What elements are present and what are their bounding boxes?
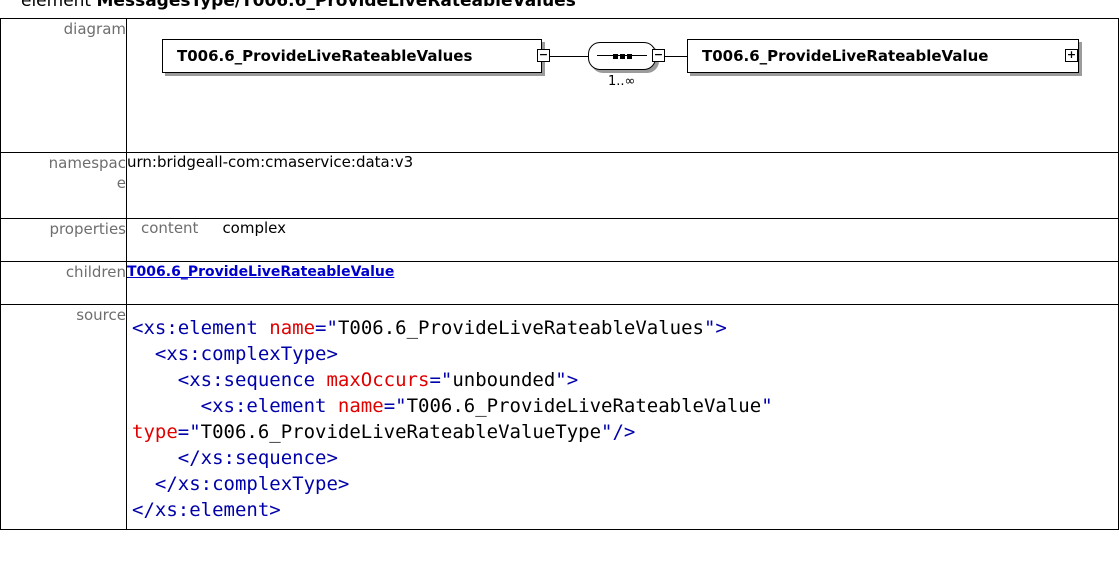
source-line-5: type="T006.6_ProvideLiveRateableValueTyp… [132,421,636,443]
diagram-row: diagram T006.6_ProvideLiveRateableValues… [0,18,1119,153]
sequence-compositor[interactable] [588,42,656,70]
diagram-element-label: T006.6_ProvideLiveRateableValues [177,47,473,65]
heading-element-name: MessagesType/T006.6_ProvideLiveRateableV… [96,0,576,11]
sequence-collapse-icon[interactable]: − [652,49,665,62]
source-row: source <xs:element name="T006.6_ProvideL… [0,304,1119,530]
children-row: children T006.6_ProvideLiveRateableValue [0,261,1119,305]
element-doc-table: diagram T006.6_ProvideLiveRateableValues… [0,18,1119,530]
source-line-2: <xs:complexType> [154,343,338,365]
child-element-link[interactable]: T006.6_ProvideLiveRateableValue [127,264,394,280]
children-cell: T006.6_ProvideLiveRateableValue [126,261,1119,305]
diagram-cell: T006.6_ProvideLiveRateableValues − − 1..… [126,18,1119,153]
expand-icon[interactable]: + [1065,49,1078,62]
properties-value: complex [222,219,287,237]
source-line-1: <xs:element name="T006.6_ProvideLiveRate… [132,317,727,339]
diagram-child-label: T006.6_ProvideLiveRateableValue [702,47,989,65]
connector-line [665,56,687,57]
namespace-row: namespac e urn:bridgeall-com:cmaservice:… [0,152,1119,219]
source-code: <xs:element name="T006.6_ProvideLiveRate… [132,311,1118,527]
page-heading: element MessagesType/T006.6_ProvideLiveR… [21,0,576,11]
source-line-7: </xs:complexType> [154,473,350,495]
multiplicity-label: 1..∞ [608,74,636,89]
source-line-4: <xs:element name="T006.6_ProvideLiveRate… [200,395,773,417]
properties-label: properties [0,218,127,262]
namespace-label-line1: namespac [48,154,126,172]
diagram-element-box[interactable]: T006.6_ProvideLiveRateableValues [162,39,542,73]
namespace-label-line2: e [116,174,126,192]
source-label: source [0,304,127,530]
collapse-icon[interactable]: − [537,49,550,62]
namespace-value: urn:bridgeall-com:cmaservice:data:v3 [126,152,1119,219]
heading-prefix: element [21,0,97,11]
source-line-8: </xs:element> [132,499,281,521]
schema-diagram: T006.6_ProvideLiveRateableValues − − 1..… [140,32,1118,142]
connector-line [550,56,590,57]
properties-row: properties content complex [0,218,1119,262]
diagram-label: diagram [0,18,127,153]
source-line-3: <xs:sequence maxOccurs="unbounded"> [177,369,579,391]
properties-key: content [141,219,199,237]
sequence-bar [597,55,647,56]
namespace-label: namespac e [0,152,127,219]
source-cell: <xs:element name="T006.6_ProvideLiveRate… [126,304,1119,530]
diagram-child-box[interactable]: T006.6_ProvideLiveRateableValue [687,39,1079,73]
children-label: children [0,261,127,305]
source-line-6: </xs:sequence> [177,447,338,469]
properties-cell: content complex [126,218,1119,262]
